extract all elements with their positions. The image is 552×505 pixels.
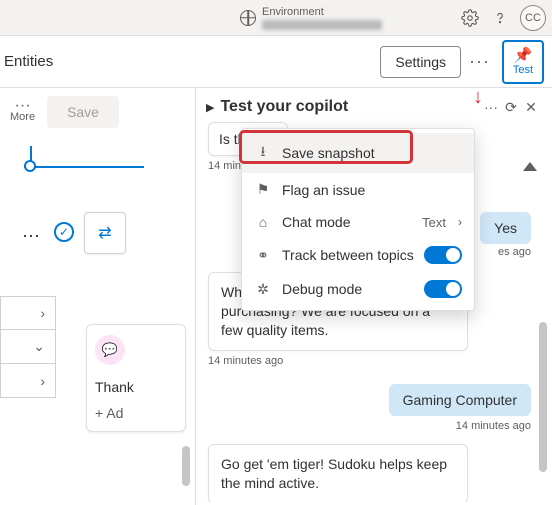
toggle-on[interactable] [424,280,462,298]
message-node[interactable]: 💬 Thank + Ad [86,324,186,432]
scroll-up-icon[interactable] [523,162,537,171]
collapse-caret-icon[interactable]: ▶ [206,101,214,114]
pin-icon: 📌 [514,48,533,63]
test-button-label: Test [513,64,533,76]
annotation-arrow [473,86,483,109]
option-row[interactable]: › [0,296,56,330]
option-row[interactable]: ⌄ [0,330,56,364]
add-action[interactable]: + Ad [95,405,177,421]
scrollbar[interactable] [182,446,190,486]
menu-label: Track between topics [282,247,414,263]
more-button[interactable]: ··· More [10,101,35,123]
user-reply-chip: Yes [480,212,531,244]
user-reply-chip: Gaming Computer [389,384,531,416]
toggle-on[interactable] [424,246,462,264]
gear-icon[interactable] [460,8,480,28]
scrollbar[interactable] [539,322,547,472]
environment-label: Environment [262,6,382,18]
save-button[interactable]: Save [47,96,119,128]
settings-button[interactable]: Settings [380,46,461,78]
timestamp: 14 minutes ago [456,420,531,432]
avatar-initials: CC [525,12,541,24]
ellipsis-icon: ··· [15,101,31,111]
overflow-menu-button[interactable]: ··· [461,51,498,72]
menu-item-debug-mode[interactable]: ✲ Debug mode [242,272,474,306]
environment-name-redacted [262,20,382,30]
page-title: Entities [0,53,53,70]
chat-icon: ⌂ [254,214,272,230]
bot-message: Go get 'em tiger! Sudoku helps keep the … [208,444,468,502]
close-icon[interactable]: ✕ [521,99,541,116]
option-row[interactable]: › [0,364,56,398]
connector-line [24,166,144,168]
timestamp: 14 minutes ago [208,355,539,367]
message-icon: 💬 [95,335,125,365]
test-button[interactable]: 📌 Test [502,40,544,84]
environment-block[interactable]: Environment [240,6,382,30]
help-icon[interactable] [490,8,510,28]
menu-item-save-snapshot[interactable]: ⭳ Save snapshot [242,133,474,173]
panel-title: Test your copilot [220,98,348,116]
chevron-right-icon: › [458,215,462,229]
menu-value: Text [422,215,446,230]
more-label: More [10,111,35,123]
menu-label: Flag an issue [282,182,462,198]
node-overflow-button[interactable]: ⋯ [22,226,40,247]
bug-icon: ✲ [254,281,272,298]
branch-icon: ⇄ [98,223,111,243]
globe-icon [240,10,256,26]
branch-node[interactable]: ⇄ [84,212,126,254]
menu-label: Chat mode [282,214,412,230]
download-icon: ⭳ [254,141,272,165]
refresh-icon[interactable]: ⟳ [501,99,521,116]
message-node-title: Thank [95,379,177,395]
menu-label: Save snapshot [282,145,462,161]
menu-item-chat-mode[interactable]: ⌂ Chat mode Text › [242,206,474,238]
panel-more-menu: ⭳ Save snapshot ⚑ Flag an issue ⌂ Chat m… [241,128,475,311]
node-dot [24,160,36,172]
check-circle-icon: ✓ [54,222,74,242]
page-header: Entities Settings ··· 📌 Test [0,36,552,88]
app-header: Environment CC [0,0,552,36]
track-icon: ⚭ [254,247,272,264]
timestamp: es ago [498,246,531,258]
avatar[interactable]: CC [520,5,546,31]
menu-item-flag-issue[interactable]: ⚑ Flag an issue [242,173,474,206]
menu-item-track-topics[interactable]: ⚭ Track between topics [242,238,474,272]
menu-label: Debug mode [282,281,414,297]
panel-more-button[interactable]: ··· [481,99,501,115]
option-stack: › ⌄ › [0,296,56,398]
flag-icon: ⚑ [254,181,272,198]
authoring-canvas: ··· More Save ⋯ ✓ ⇄ › ⌄ › 💬 Thank + Ad [0,88,195,505]
